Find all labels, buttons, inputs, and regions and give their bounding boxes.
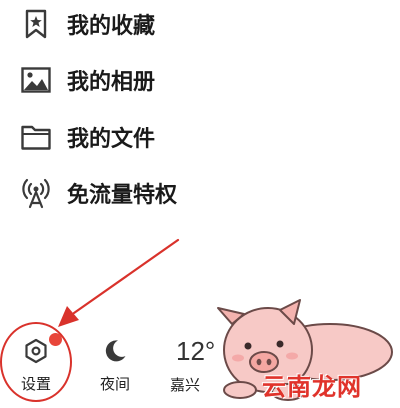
settings-button[interactable]: 设置 bbox=[10, 338, 62, 394]
notification-dot bbox=[49, 333, 62, 346]
menu-item-files[interactable]: 我的文件 bbox=[0, 114, 260, 160]
bookmark-star-icon bbox=[20, 8, 52, 40]
hexagon-gear-icon bbox=[24, 338, 48, 364]
folder-icon bbox=[20, 121, 52, 153]
menu-item-label: 免流量特权 bbox=[67, 183, 178, 208]
settings-label: 设置 bbox=[20, 375, 51, 393]
menu-item-favorites[interactable]: 我的收藏 bbox=[0, 1, 260, 47]
app-page: 我的收藏 我的相册 我的文件 免流量特权 设置 夜间 12° 嘉兴 云南龙网 bbox=[0, 0, 400, 408]
watermark: 云南龙网 bbox=[262, 373, 362, 401]
menu-item-label: 我的相册 bbox=[67, 70, 156, 95]
broadcast-antenna-icon bbox=[20, 177, 52, 209]
night-mode-label: 夜间 bbox=[99, 375, 130, 393]
menu-item-free-data[interactable]: 免流量特权 bbox=[0, 170, 260, 216]
image-icon bbox=[20, 64, 52, 96]
menu-item-album[interactable]: 我的相册 bbox=[0, 57, 260, 103]
moon-icon bbox=[103, 338, 127, 364]
weather-city: 嘉兴 bbox=[170, 376, 201, 394]
menu-item-label: 我的收藏 bbox=[67, 14, 156, 39]
menu-item-label: 我的文件 bbox=[67, 127, 156, 152]
night-mode-button[interactable]: 夜间 bbox=[92, 338, 138, 394]
